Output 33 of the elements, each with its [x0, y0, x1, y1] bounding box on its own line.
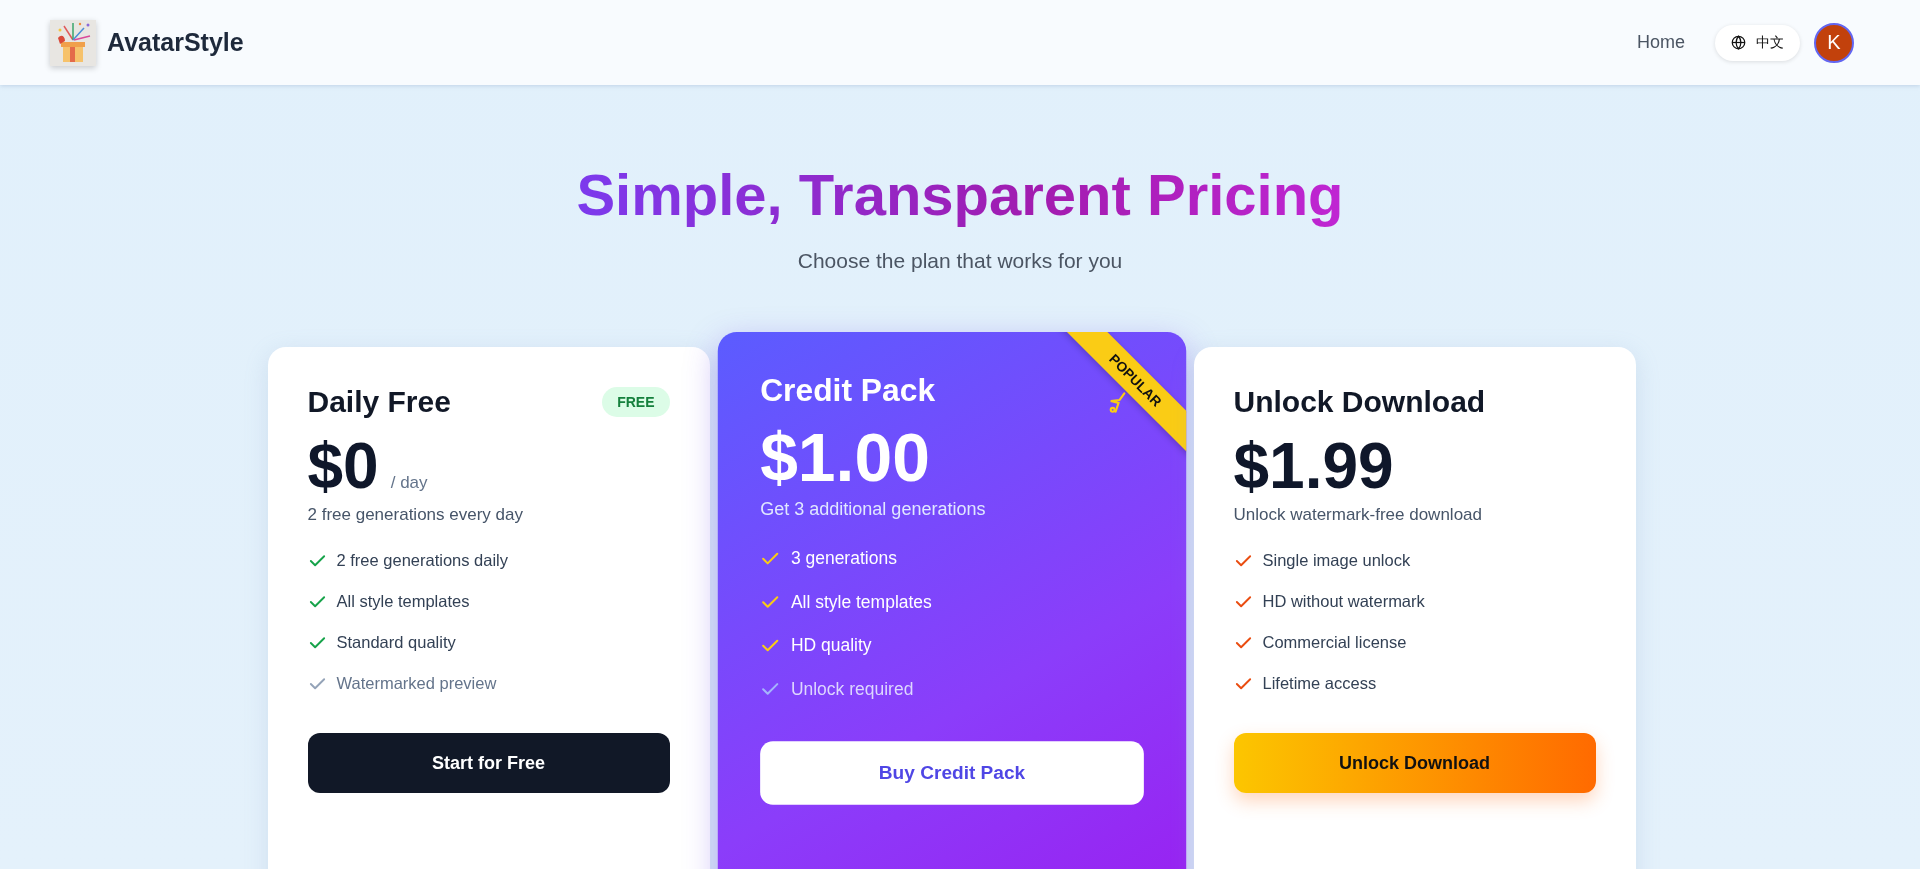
feature-text: Watermarked preview	[336, 674, 497, 694]
feature-text: All style templates	[336, 592, 470, 612]
language-button[interactable]: 中文	[1715, 24, 1800, 61]
feature-text: 3 generations	[790, 548, 897, 569]
feature-text: Standard quality	[336, 633, 456, 653]
page-subtitle: Choose the plan that works for you	[797, 248, 1123, 273]
plan-name: Daily Free	[307, 384, 451, 419]
plan-description: 2 free generations every day	[307, 505, 524, 526]
feature-text: All style templates	[790, 591, 932, 613]
plan-price: $0	[307, 430, 379, 502]
price-period: / day	[390, 472, 428, 493]
user-avatar[interactable]: K	[1814, 22, 1854, 63]
feature-text: HD quality	[790, 635, 872, 656]
feature-text: Single image unlock	[1262, 551, 1411, 571]
plan-price: $1.00	[759, 420, 930, 496]
plan-badge: FREE	[602, 386, 670, 417]
plan-description: Unlock watermark-free download	[1233, 505, 1483, 526]
brand-name: AvatarStyle	[107, 28, 244, 57]
plan-name: Unlock Download	[1233, 384, 1486, 419]
globe-icon	[1731, 35, 1746, 50]
gift-logo-icon	[50, 19, 96, 66]
nav-link[interactable]: Home	[1637, 32, 1685, 53]
feature-text: HD without watermark	[1262, 592, 1425, 612]
plan-price: $1.99	[1233, 430, 1394, 502]
feature-text: Commercial license	[1262, 633, 1407, 653]
plan-description: Get 3 additional generations	[759, 499, 987, 521]
feature-text: Unlock required	[790, 678, 913, 699]
feature-text: 2 free generations daily	[336, 551, 509, 571]
plan-button[interactable]: Buy Credit Pack	[759, 741, 1144, 805]
plan-button[interactable]: Start for Free	[307, 733, 670, 794]
plan-button[interactable]: Unlock Download	[1233, 733, 1596, 794]
plan-name: Credit Pack	[759, 372, 935, 409]
feature-text: Lifetime access	[1262, 674, 1377, 694]
